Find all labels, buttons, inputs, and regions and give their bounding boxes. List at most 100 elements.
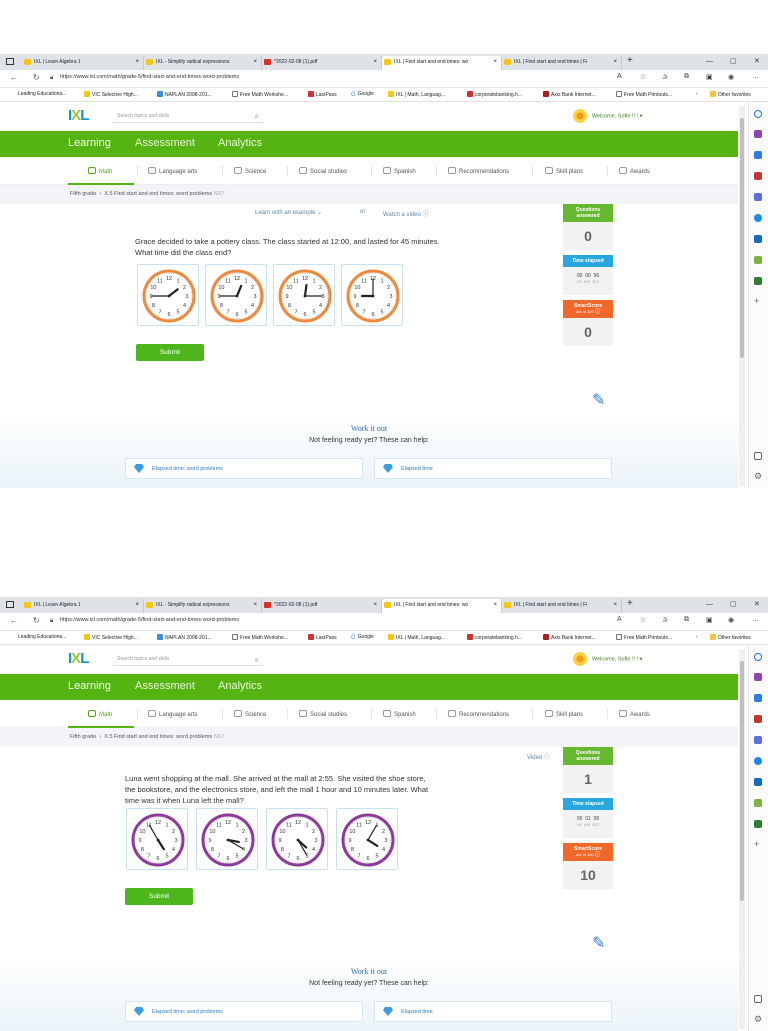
window-menu-icon[interactable]: [6, 58, 14, 65]
refresh-icon[interactable]: ↻: [33, 616, 40, 625]
other-favorites[interactable]: Other favorites: [710, 634, 751, 641]
browser-tab[interactable]: IXL - Simplify radical expressions×: [144, 599, 262, 613]
page-scrollbar[interactable]: [739, 106, 745, 486]
favorite-link[interactable]: Axis Bank Internet...: [543, 634, 596, 641]
back-icon[interactable]: ←: [10, 73, 18, 82]
url-field[interactable]: https://www.ixl.com/math/grade-5/find-st…: [60, 617, 239, 623]
collections-icon[interactable]: ⧉: [684, 616, 689, 624]
favorite-link[interactable]: Leading Educationa...: [18, 634, 66, 640]
tree-icon[interactable]: [754, 277, 762, 285]
more-menu-icon[interactable]: …: [752, 73, 759, 80]
circle-app-icon[interactable]: [754, 757, 762, 765]
close-tab-icon[interactable]: ×: [373, 56, 377, 68]
answer-clock-option[interactable]: 123456789101112: [205, 264, 267, 326]
browser-tab[interactable]: IXL | Learn Algebra 1×: [22, 56, 144, 70]
subject-science[interactable]: Science: [234, 167, 266, 175]
work-it-out-link[interactable]: Work it out: [0, 967, 738, 976]
favorite-link[interactable]: Free Math Printouts...: [616, 634, 672, 641]
sidebar-toggle-icon[interactable]: [754, 452, 762, 460]
favorite-link[interactable]: Free Math Printouts...: [616, 91, 672, 98]
outlook-icon[interactable]: [754, 778, 762, 786]
recommended-skill-card[interactable]: Elapsed time: word problems: [125, 1001, 363, 1022]
read-aloud-icon[interactable]: A: [617, 616, 622, 623]
answer-clock-option[interactable]: 123456789101112: [336, 808, 398, 870]
add-icon[interactable]: +: [754, 840, 762, 848]
subject-spanish[interactable]: Spanish: [383, 167, 416, 175]
favorites-icon[interactable]: ✰: [662, 616, 668, 624]
toolbox-icon[interactable]: [754, 172, 762, 180]
info-icon[interactable]: ⓘ: [595, 852, 600, 858]
sparkle-icon[interactable]: [754, 130, 762, 138]
awards-link[interactable]: Awards: [619, 710, 650, 718]
edit-icon[interactable]: [754, 256, 762, 264]
browser-tab-active[interactable]: IXL | Find start and end times: wo×: [382, 56, 502, 70]
info-icon[interactable]: ⓘ: [595, 309, 600, 315]
favorite-link[interactable]: NAPLAN 2008-201...: [157, 634, 212, 641]
close-tab-icon[interactable]: ×: [613, 599, 617, 611]
answer-clock-option[interactable]: 123456789101112: [126, 808, 188, 870]
skill-plans-link[interactable]: Skill plans: [545, 710, 583, 718]
refresh-icon[interactable]: ↻: [33, 73, 40, 82]
tab-learning[interactable]: Learning: [68, 680, 111, 692]
subject-spanish[interactable]: Spanish: [383, 710, 416, 718]
search-icon[interactable]: [754, 653, 762, 661]
subject-social-studies[interactable]: Social studies: [299, 710, 347, 718]
close-tab-icon[interactable]: ×: [135, 56, 139, 68]
favorites-chevron-icon[interactable]: ›: [696, 91, 698, 97]
profile-icon[interactable]: ◉: [728, 616, 734, 624]
back-icon[interactable]: ←: [10, 616, 18, 625]
close-tab-icon[interactable]: ×: [253, 56, 257, 68]
help-example-link[interactable]: Learn with an example ⌄: [255, 209, 322, 216]
favorites-chevron-icon[interactable]: ›: [696, 634, 698, 640]
close-tab-icon[interactable]: ×: [373, 599, 377, 611]
favorite-link[interactable]: corporatebanking.h...: [467, 91, 522, 98]
user-menu[interactable]: Welcome, Sofie !!.! ▾: [572, 108, 642, 124]
help-video-link[interactable]: Watch a video ⓘ: [383, 209, 428, 218]
sidebar-toggle-icon[interactable]: [754, 995, 762, 1003]
circle-app-icon[interactable]: [754, 214, 762, 222]
collections-icon[interactable]: ⧉: [684, 73, 689, 81]
maximize-icon[interactable]: ▢: [730, 56, 737, 68]
browser-tab[interactable]: *2022-02-08 (1).pdf×: [262, 599, 382, 613]
extensions-icon[interactable]: ▣: [706, 73, 713, 81]
browser-tab[interactable]: IXL | Learn Algebra 1×: [22, 599, 144, 613]
favorite-link[interactable]: IXL | Math, Languag...: [388, 91, 445, 98]
browser-tab[interactable]: IXL | Find start and end times | Fi×: [502, 56, 622, 70]
answer-clock-option[interactable]: 123456789101112: [266, 808, 328, 870]
answer-clock-option[interactable]: 123456789101112: [341, 264, 403, 326]
minimize-icon[interactable]: —: [706, 599, 713, 611]
favorite-link[interactable]: Free Math Workshe...: [232, 634, 288, 641]
search-input[interactable]: Search topics and skills⌕: [113, 654, 263, 666]
favorite-link[interactable]: Free Math Workshe...: [232, 91, 288, 98]
star-icon[interactable]: ☆: [640, 73, 646, 81]
awards-link[interactable]: Awards: [619, 167, 650, 175]
extensions-icon[interactable]: ▣: [706, 616, 713, 624]
browser-tab[interactable]: IXL | Find start and end times | Fi×: [502, 599, 622, 613]
toolbox-icon[interactable]: [754, 715, 762, 723]
submit-button[interactable]: Submit: [125, 888, 193, 905]
work-it-out-link[interactable]: Work it out: [0, 424, 738, 433]
settings-gear-icon[interactable]: ⚙: [754, 1015, 762, 1023]
favorite-link[interactable]: corporatebanking.h...: [467, 634, 522, 641]
user-menu[interactable]: Welcome, Sofie !!.! ▾: [572, 651, 642, 667]
settings-gear-icon[interactable]: ⚙: [754, 472, 762, 480]
close-tab-icon[interactable]: ×: [253, 599, 257, 611]
url-field[interactable]: https://www.ixl.com/math/grade-5/find-st…: [60, 74, 239, 80]
new-tab-icon[interactable]: +: [627, 598, 633, 610]
sparkle-icon[interactable]: [754, 673, 762, 681]
tab-analytics[interactable]: Analytics: [218, 137, 262, 149]
scratchpad-pencil-icon[interactable]: ✎: [592, 390, 605, 410]
favorite-link[interactable]: VIC Selective High...: [84, 634, 138, 641]
more-menu-icon[interactable]: …: [752, 616, 759, 623]
people-icon[interactable]: [754, 736, 762, 744]
page-scrollbar[interactable]: [739, 649, 745, 1029]
favorite-link[interactable]: IXL | Math, Languag...: [388, 634, 445, 641]
recommendations-link[interactable]: Recommendations: [448, 167, 509, 175]
close-window-icon[interactable]: ✕: [754, 56, 760, 68]
other-favorites[interactable]: Other favorites: [710, 91, 751, 98]
subject-math[interactable]: Math: [88, 167, 112, 175]
favorite-link[interactable]: LastPass: [308, 634, 337, 641]
answer-clock-option[interactable]: 123456789101112: [137, 264, 199, 326]
recommended-skill-card[interactable]: Elapsed time: [374, 458, 612, 479]
answer-clock-option[interactable]: 123456789101112: [196, 808, 258, 870]
